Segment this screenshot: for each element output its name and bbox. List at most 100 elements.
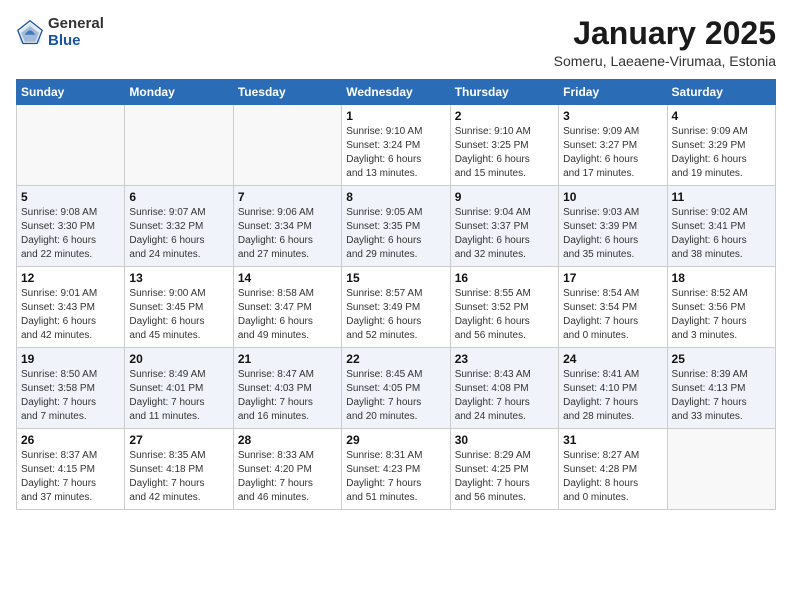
day-info: Sunrise: 8:58 AM Sunset: 3:47 PM Dayligh…: [238, 287, 337, 343]
column-header-wednesday: Wednesday: [342, 80, 450, 105]
day-number: 14: [238, 271, 337, 285]
calendar-cell: 23Sunrise: 8:43 AM Sunset: 4:08 PM Dayli…: [450, 348, 558, 429]
calendar-cell: 5 Sunrise: 9:08 AM Sunset: 3:30 PM Daylig…: [17, 186, 125, 267]
column-header-tuesday: Tuesday: [233, 80, 341, 105]
day-number: 11: [672, 190, 771, 204]
calendar-cell: 1 Sunrise: 9:10 AM Sunset: 3:24 PM Daylig…: [342, 105, 450, 186]
calendar-cell: 6 Sunrise: 9:07 AM Sunset: 3:32 PM Daylig…: [125, 186, 233, 267]
day-info: Sunrise: 9:08 AM Sunset: 3:30 PM Dayligh…: [21, 206, 120, 262]
day-info: Sunrise: 8:31 AM Sunset: 4:23 PM Dayligh…: [346, 449, 445, 505]
logo-blue-text: Blue: [48, 33, 104, 50]
week-row-3: 12Sunrise: 9:01 AM Sunset: 3:43 PM Dayli…: [17, 267, 776, 348]
calendar-cell: 17Sunrise: 8:54 AM Sunset: 3:54 PM Dayli…: [559, 267, 667, 348]
week-row-4: 19Sunrise: 8:50 AM Sunset: 3:58 PM Dayli…: [17, 348, 776, 429]
calendar-cell: 14 Sunrise: 8:58 AM Sunset: 3:47 PM Dayli…: [233, 267, 341, 348]
day-number: 30: [455, 433, 554, 447]
day-info: Sunrise: 8:43 AM Sunset: 4:08 PM Dayligh…: [455, 368, 554, 424]
day-number: 29: [346, 433, 445, 447]
calendar-cell: 7Sunrise: 9:06 AM Sunset: 3:34 PM Daylig…: [233, 186, 341, 267]
week-row-2: 5 Sunrise: 9:08 AM Sunset: 3:30 PM Daylig…: [17, 186, 776, 267]
logo-icon: [16, 19, 44, 47]
title-block: January 2025 Someru, Laeaene-Virumaa, Es…: [554, 16, 776, 69]
day-number: 9: [455, 190, 554, 204]
column-header-sunday: Sunday: [17, 80, 125, 105]
day-info: Sunrise: 9:07 AM Sunset: 3:32 PM Dayligh…: [129, 206, 228, 262]
calendar-cell: 12Sunrise: 9:01 AM Sunset: 3:43 PM Dayli…: [17, 267, 125, 348]
day-number: 5: [21, 190, 120, 204]
logo-general-text: General: [48, 16, 104, 33]
calendar-cell: 8Sunrise: 9:05 AM Sunset: 3:35 PM Daylig…: [342, 186, 450, 267]
calendar-cell: 20 Sunrise: 8:49 AM Sunset: 4:01 PM Dayli…: [125, 348, 233, 429]
logo-text: General Blue: [48, 16, 104, 49]
day-number: 12: [21, 271, 120, 285]
day-info: Sunrise: 8:35 AM Sunset: 4:18 PM Dayligh…: [129, 449, 228, 505]
day-number: 21: [238, 352, 337, 366]
day-number: 16: [455, 271, 554, 285]
day-info: Sunrise: 8:33 AM Sunset: 4:20 PM Dayligh…: [238, 449, 337, 505]
day-number: 1: [346, 109, 445, 123]
calendar-cell: 11 Sunrise: 9:02 AM Sunset: 3:41 PM Dayli…: [667, 186, 775, 267]
calendar-cell: 21 Sunrise: 8:47 AM Sunset: 4:03 PM Dayli…: [233, 348, 341, 429]
day-number: 18: [672, 271, 771, 285]
calendar-cell: 24Sunrise: 8:41 AM Sunset: 4:10 PM Dayli…: [559, 348, 667, 429]
day-number: 26: [21, 433, 120, 447]
day-info: Sunrise: 9:04 AM Sunset: 3:37 PM Dayligh…: [455, 206, 554, 262]
page-header: General Blue January 2025 Someru, Laeaen…: [16, 16, 776, 69]
calendar-cell: 26Sunrise: 8:37 AM Sunset: 4:15 PM Dayli…: [17, 429, 125, 510]
day-number: 10: [563, 190, 662, 204]
day-number: 20: [129, 352, 228, 366]
column-header-saturday: Saturday: [667, 80, 775, 105]
calendar-cell: 16 Sunrise: 8:55 AM Sunset: 3:52 PM Dayli…: [450, 267, 558, 348]
calendar-cell: [667, 429, 775, 510]
day-info: Sunrise: 9:06 AM Sunset: 3:34 PM Dayligh…: [238, 206, 337, 262]
column-header-friday: Friday: [559, 80, 667, 105]
day-info: Sunrise: 8:45 AM Sunset: 4:05 PM Dayligh…: [346, 368, 445, 424]
calendar-subtitle: Someru, Laeaene-Virumaa, Estonia: [554, 53, 776, 69]
calendar-cell: 22Sunrise: 8:45 AM Sunset: 4:05 PM Dayli…: [342, 348, 450, 429]
day-number: 31: [563, 433, 662, 447]
day-info: Sunrise: 8:57 AM Sunset: 3:49 PM Dayligh…: [346, 287, 445, 343]
calendar-title: January 2025: [554, 16, 776, 51]
day-info: Sunrise: 9:10 AM Sunset: 3:25 PM Dayligh…: [455, 125, 554, 181]
calendar-cell: [233, 105, 341, 186]
calendar-cell: 25 Sunrise: 8:39 AM Sunset: 4:13 PM Dayli…: [667, 348, 775, 429]
calendar-cell: 3 Sunrise: 9:09 AM Sunset: 3:27 PM Daylig…: [559, 105, 667, 186]
column-header-monday: Monday: [125, 80, 233, 105]
day-info: Sunrise: 8:47 AM Sunset: 4:03 PM Dayligh…: [238, 368, 337, 424]
day-number: 13: [129, 271, 228, 285]
day-info: Sunrise: 8:29 AM Sunset: 4:25 PM Dayligh…: [455, 449, 554, 505]
day-info: Sunrise: 9:00 AM Sunset: 3:45 PM Dayligh…: [129, 287, 228, 343]
logo: General Blue: [16, 16, 104, 49]
day-info: Sunrise: 9:03 AM Sunset: 3:39 PM Dayligh…: [563, 206, 662, 262]
day-info: Sunrise: 8:50 AM Sunset: 3:58 PM Dayligh…: [21, 368, 120, 424]
calendar-cell: 28 Sunrise: 8:33 AM Sunset: 4:20 PM Dayli…: [233, 429, 341, 510]
day-info: Sunrise: 9:10 AM Sunset: 3:24 PM Dayligh…: [346, 125, 445, 181]
calendar-header-row: SundayMondayTuesdayWednesdayThursdayFrid…: [17, 80, 776, 105]
day-number: 3: [563, 109, 662, 123]
day-number: 25: [672, 352, 771, 366]
calendar-cell: 29 Sunrise: 8:31 AM Sunset: 4:23 PM Dayli…: [342, 429, 450, 510]
calendar-cell: 31Sunrise: 8:27 AM Sunset: 4:28 PM Dayli…: [559, 429, 667, 510]
day-info: Sunrise: 9:09 AM Sunset: 3:27 PM Dayligh…: [563, 125, 662, 181]
day-info: Sunrise: 8:49 AM Sunset: 4:01 PM Dayligh…: [129, 368, 228, 424]
calendar-cell: [125, 105, 233, 186]
day-info: Sunrise: 9:02 AM Sunset: 3:41 PM Dayligh…: [672, 206, 771, 262]
day-number: 6: [129, 190, 228, 204]
day-number: 28: [238, 433, 337, 447]
day-number: 4: [672, 109, 771, 123]
day-info: Sunrise: 8:41 AM Sunset: 4:10 PM Dayligh…: [563, 368, 662, 424]
day-info: Sunrise: 9:09 AM Sunset: 3:29 PM Dayligh…: [672, 125, 771, 181]
calendar-cell: 10 Sunrise: 9:03 AM Sunset: 3:39 PM Dayli…: [559, 186, 667, 267]
calendar-cell: 27Sunrise: 8:35 AM Sunset: 4:18 PM Dayli…: [125, 429, 233, 510]
day-info: Sunrise: 8:39 AM Sunset: 4:13 PM Dayligh…: [672, 368, 771, 424]
day-info: Sunrise: 8:52 AM Sunset: 3:56 PM Dayligh…: [672, 287, 771, 343]
calendar-cell: 30 Sunrise: 8:29 AM Sunset: 4:25 PM Dayli…: [450, 429, 558, 510]
calendar-cell: 4 Sunrise: 9:09 AM Sunset: 3:29 PM Daylig…: [667, 105, 775, 186]
column-header-thursday: Thursday: [450, 80, 558, 105]
day-number: 2: [455, 109, 554, 123]
week-row-1: 1 Sunrise: 9:10 AM Sunset: 3:24 PM Daylig…: [17, 105, 776, 186]
calendar-cell: 2 Sunrise: 9:10 AM Sunset: 3:25 PM Daylig…: [450, 105, 558, 186]
week-row-5: 26Sunrise: 8:37 AM Sunset: 4:15 PM Dayli…: [17, 429, 776, 510]
day-info: Sunrise: 8:55 AM Sunset: 3:52 PM Dayligh…: [455, 287, 554, 343]
calendar-table: SundayMondayTuesdayWednesdayThursdayFrid…: [16, 79, 776, 510]
